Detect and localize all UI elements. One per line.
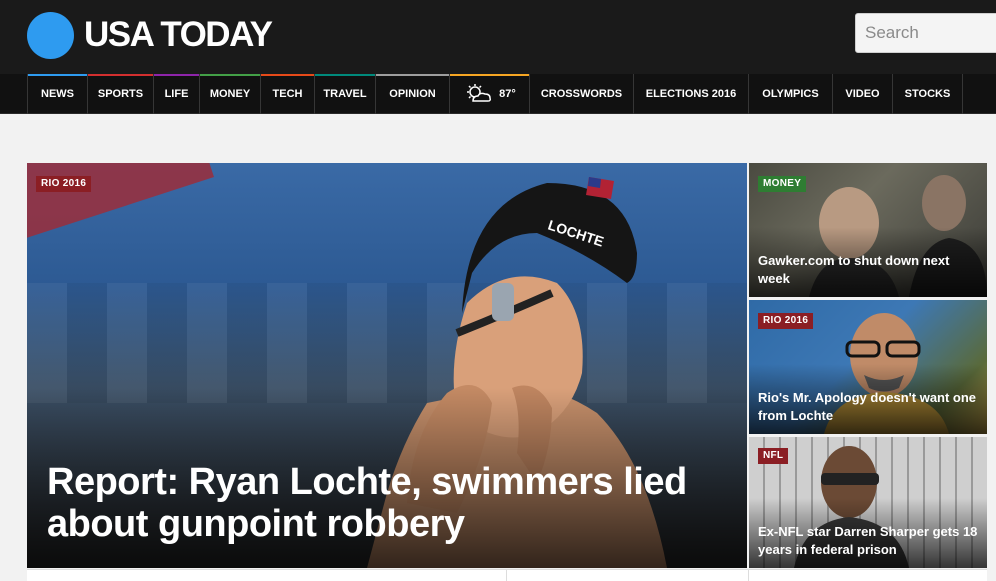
partly-cloudy-icon	[467, 84, 492, 102]
hero-story[interactable]: LOCHTE RIO 2016 Report: Ryan Lochte, swi…	[27, 163, 747, 568]
logo-circle-icon[interactable]	[27, 12, 74, 59]
weather-temp: 87°	[499, 88, 516, 100]
story-card-sharper[interactable]: NFL Ex-NFL star Darren Sharper gets 18 y…	[749, 437, 987, 568]
nav-label: VIDEO	[845, 88, 880, 100]
story-section-tag[interactable]: MONEY	[758, 176, 807, 192]
nav-label: LIFE	[164, 88, 189, 100]
column-divider	[748, 570, 749, 581]
story-card-rio-apology[interactable]: RIO 2016 Rio's Mr. Apology doesn't want …	[749, 300, 987, 434]
nav-item-crosswords[interactable]: CROSSWORDS	[530, 74, 634, 114]
nav-item-elections-2016[interactable]: ELECTIONS 2016	[634, 74, 749, 114]
nav-label: SPORTS	[97, 88, 144, 100]
nav-item-stocks[interactable]: STOCKS	[893, 74, 963, 114]
story-section-tag[interactable]: NFL	[758, 448, 789, 464]
nav-item-video[interactable]: VIDEO	[833, 74, 893, 114]
story-title[interactable]: Rio's Mr. Apology doesn't want one from …	[758, 389, 979, 425]
nav-item-tech[interactable]: TECH	[261, 74, 315, 114]
hero-section-tag[interactable]: RIO 2016	[36, 176, 92, 192]
nav-label: CROSSWORDS	[540, 88, 623, 100]
nav-label: TRAVEL	[323, 88, 367, 100]
column-divider	[506, 570, 507, 581]
search-input[interactable]	[855, 13, 996, 53]
nav-label: STOCKS	[904, 88, 951, 100]
nav-item-sports[interactable]: SPORTS	[88, 74, 154, 114]
nav-label: MONEY	[209, 88, 251, 100]
nav-item-life[interactable]: LIFE	[154, 74, 200, 114]
story-title[interactable]: Ex-NFL star Darren Sharper gets 18 years…	[758, 523, 979, 559]
nav-label: TECH	[272, 88, 303, 100]
story-section-tag[interactable]: RIO 2016	[758, 313, 814, 329]
nav-label: OPINION	[389, 88, 436, 100]
nav-item-weather[interactable]: 87°	[450, 74, 530, 114]
nav-item-opinion[interactable]: OPINION	[376, 74, 450, 114]
nav-label: OLYMPICS	[762, 88, 819, 100]
nav-item-travel[interactable]: TRAVEL	[315, 74, 376, 114]
site-header: USA TODAY	[0, 0, 996, 74]
content-below-fold	[27, 569, 987, 581]
site-logo[interactable]: USA TODAY	[84, 15, 273, 55]
story-card-gawker[interactable]: MONEY Gawker.com to shut down next week	[749, 163, 987, 297]
nav-label: NEWS	[41, 88, 74, 100]
main-nav: NEWS SPORTS LIFE MONEY TECH TRAVEL OPINI…	[0, 74, 996, 114]
nav-items: NEWS SPORTS LIFE MONEY TECH TRAVEL OPINI…	[27, 74, 963, 114]
story-title[interactable]: Gawker.com to shut down next week	[758, 252, 979, 288]
nav-item-news[interactable]: NEWS	[27, 74, 88, 114]
nav-label: ELECTIONS 2016	[645, 88, 737, 100]
hero-headline[interactable]: Report: Ryan Lochte, swimmers lied about…	[47, 461, 737, 545]
nav-item-olympics[interactable]: OLYMPICS	[749, 74, 833, 114]
nav-item-money[interactable]: MONEY	[200, 74, 261, 114]
